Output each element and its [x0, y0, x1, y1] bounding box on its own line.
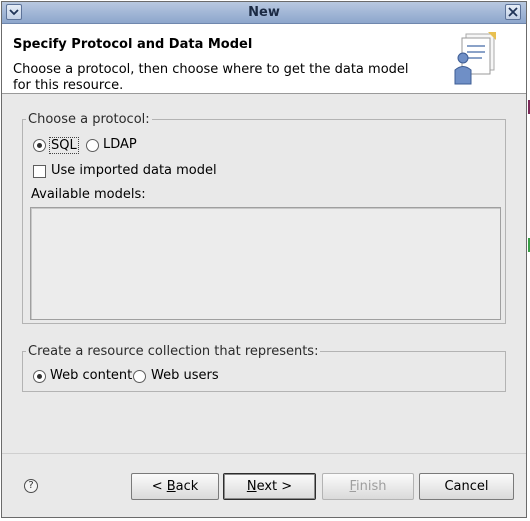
ldap-radio[interactable] [86, 139, 99, 152]
back-mnemonic: B [166, 479, 176, 494]
collection-group: Create a resource collection that repres… [22, 344, 506, 392]
wizard-banner-icon [454, 32, 496, 85]
help-button[interactable]: ? [24, 479, 38, 493]
available-models-label: Available models: [31, 187, 146, 202]
next-button[interactable]: Next > [223, 473, 316, 500]
ldap-label[interactable]: LDAP [103, 137, 137, 152]
back-prefix: < [151, 479, 167, 494]
back-button[interactable]: < Back [131, 473, 219, 500]
web-users-label[interactable]: Web users [151, 368, 219, 383]
web-content-radio[interactable] [33, 370, 46, 383]
next-rest: ext > [256, 479, 293, 494]
sql-radio[interactable] [33, 139, 46, 152]
use-imported-label[interactable]: Use imported data model [51, 163, 217, 178]
available-models-list[interactable] [30, 207, 501, 320]
sql-label[interactable]: SQL [49, 137, 79, 154]
finish-rest: inish [356, 479, 387, 494]
wizard-header: Specify Protocol and Data Model Choose a… [2, 24, 526, 94]
web-content-label[interactable]: Web content [50, 368, 132, 383]
page-title: Specify Protocol and Data Model [13, 37, 253, 52]
protocol-group-legend: Choose a protocol: [26, 112, 152, 127]
button-bar-separator [2, 453, 526, 454]
wizard-window: New Specify Protocol and Data Model Choo… [1, 1, 527, 518]
back-rest: ack [175, 479, 199, 494]
use-imported-checkbox[interactable] [33, 165, 46, 178]
web-users-radio[interactable] [133, 370, 146, 383]
close-button[interactable] [505, 4, 521, 20]
cancel-button[interactable]: Cancel [419, 473, 514, 500]
close-icon [508, 7, 518, 17]
protocol-group: Choose a protocol: SQL LDAP Use imported… [22, 112, 506, 324]
next-mnemonic: N [246, 479, 257, 494]
collection-group-legend: Create a resource collection that repres… [26, 344, 321, 359]
page-description: Choose a protocol, then choose where to … [13, 62, 409, 93]
window-title: New [248, 5, 280, 20]
finish-button[interactable]: Finish [322, 473, 414, 500]
title-bar[interactable]: New [2, 2, 526, 24]
